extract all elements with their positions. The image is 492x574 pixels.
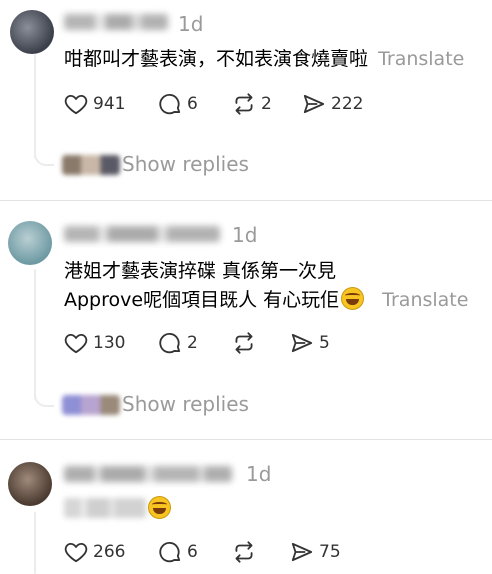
post-text: 港姐才藝表演捽碟 真係第一次見 (64, 260, 337, 282)
username-redacted[interactable] (64, 226, 220, 242)
translate-link[interactable]: Translate (378, 48, 464, 70)
reply-avatars (62, 395, 120, 415)
translate-link[interactable]: Translate (382, 289, 468, 311)
heart-icon (64, 542, 88, 563)
share-count: 5 (319, 333, 330, 353)
comment-button[interactable]: 6 (157, 91, 198, 117)
post-time: 1d (246, 462, 272, 486)
thread-line (34, 269, 36, 399)
laughing-tears-emoji (341, 287, 365, 310)
show-replies-link[interactable]: Show replies (122, 392, 249, 416)
post-time: 1d (232, 223, 258, 247)
post-text-line: 咁都叫才藝表演，不如表演食燒賣啦 Translate (64, 44, 464, 71)
like-button[interactable]: 941 (63, 91, 125, 117)
comment-count: 6 (187, 542, 198, 562)
send-icon (291, 542, 313, 562)
post-3: 1d 266 6 75 (0, 440, 492, 574)
reply-avatars (62, 155, 120, 175)
share-count: 222 (331, 94, 364, 114)
heart-icon (64, 94, 88, 115)
username-redacted[interactable] (64, 14, 168, 30)
comment-count: 2 (187, 333, 198, 353)
send-icon (303, 94, 325, 114)
post-text: Approve呢個項目既人 有心玩佢 (64, 289, 340, 311)
post-text-line (64, 496, 171, 520)
comment-bubble-icon (159, 94, 181, 115)
laughing-tears-emoji (148, 496, 171, 519)
post-text-redacted (64, 498, 146, 518)
action-bar: 130 2 5 (63, 330, 483, 356)
like-count: 941 (93, 94, 126, 114)
repost-icon (235, 541, 253, 563)
post-text: 咁都叫才藝表演，不如表演食燒賣啦 (64, 48, 369, 70)
repost-icon (235, 332, 253, 354)
share-count: 75 (319, 542, 341, 562)
comment-button[interactable]: 2 (157, 330, 198, 356)
show-replies-link[interactable]: Show replies (122, 152, 249, 176)
post-2: 1d 港姐才藝表演捽碟 真係第一次見 Approve呢個項目既人 有心玩佢 Tr… (0, 201, 492, 439)
show-replies-row[interactable]: Show replies (62, 152, 322, 178)
thread-line (34, 512, 36, 574)
action-bar: 266 6 75 (63, 539, 483, 565)
share-button[interactable]: 75 (289, 539, 341, 565)
share-button[interactable]: 222 (301, 91, 363, 117)
action-bar: 941 6 2 222 (63, 91, 483, 117)
post-time: 1d (178, 12, 204, 36)
comment-button[interactable]: 6 (157, 539, 198, 565)
avatar[interactable] (8, 221, 52, 265)
like-count: 130 (93, 333, 126, 353)
post-1: 1d 咁都叫才藝表演，不如表演食燒賣啦 Translate 941 6 2 22… (0, 0, 492, 200)
avatar[interactable] (10, 10, 54, 54)
avatar[interactable] (8, 462, 52, 506)
post-text-line: Approve呢個項目既人 有心玩佢 Translate (64, 285, 468, 312)
like-button[interactable]: 130 (63, 330, 125, 356)
comment-count: 6 (187, 94, 198, 114)
heart-icon (64, 333, 88, 354)
thread-line (34, 54, 36, 158)
username-redacted[interactable] (64, 466, 232, 482)
repost-button[interactable] (231, 330, 261, 356)
send-icon (291, 333, 313, 353)
thread-connector (34, 391, 54, 407)
share-button[interactable]: 5 (289, 330, 330, 356)
show-replies-row[interactable]: Show replies (58, 392, 318, 418)
thread-connector (34, 150, 54, 166)
repost-button[interactable]: 2 (231, 91, 272, 117)
post-text-line: 港姐才藝表演捽碟 真係第一次見 (64, 256, 336, 283)
comment-bubble-icon (159, 333, 181, 354)
repost-icon (235, 93, 253, 115)
repost-count: 2 (261, 94, 272, 114)
repost-button[interactable] (231, 539, 261, 565)
like-button[interactable]: 266 (63, 539, 125, 565)
comment-bubble-icon (159, 542, 181, 563)
like-count: 266 (93, 542, 126, 562)
